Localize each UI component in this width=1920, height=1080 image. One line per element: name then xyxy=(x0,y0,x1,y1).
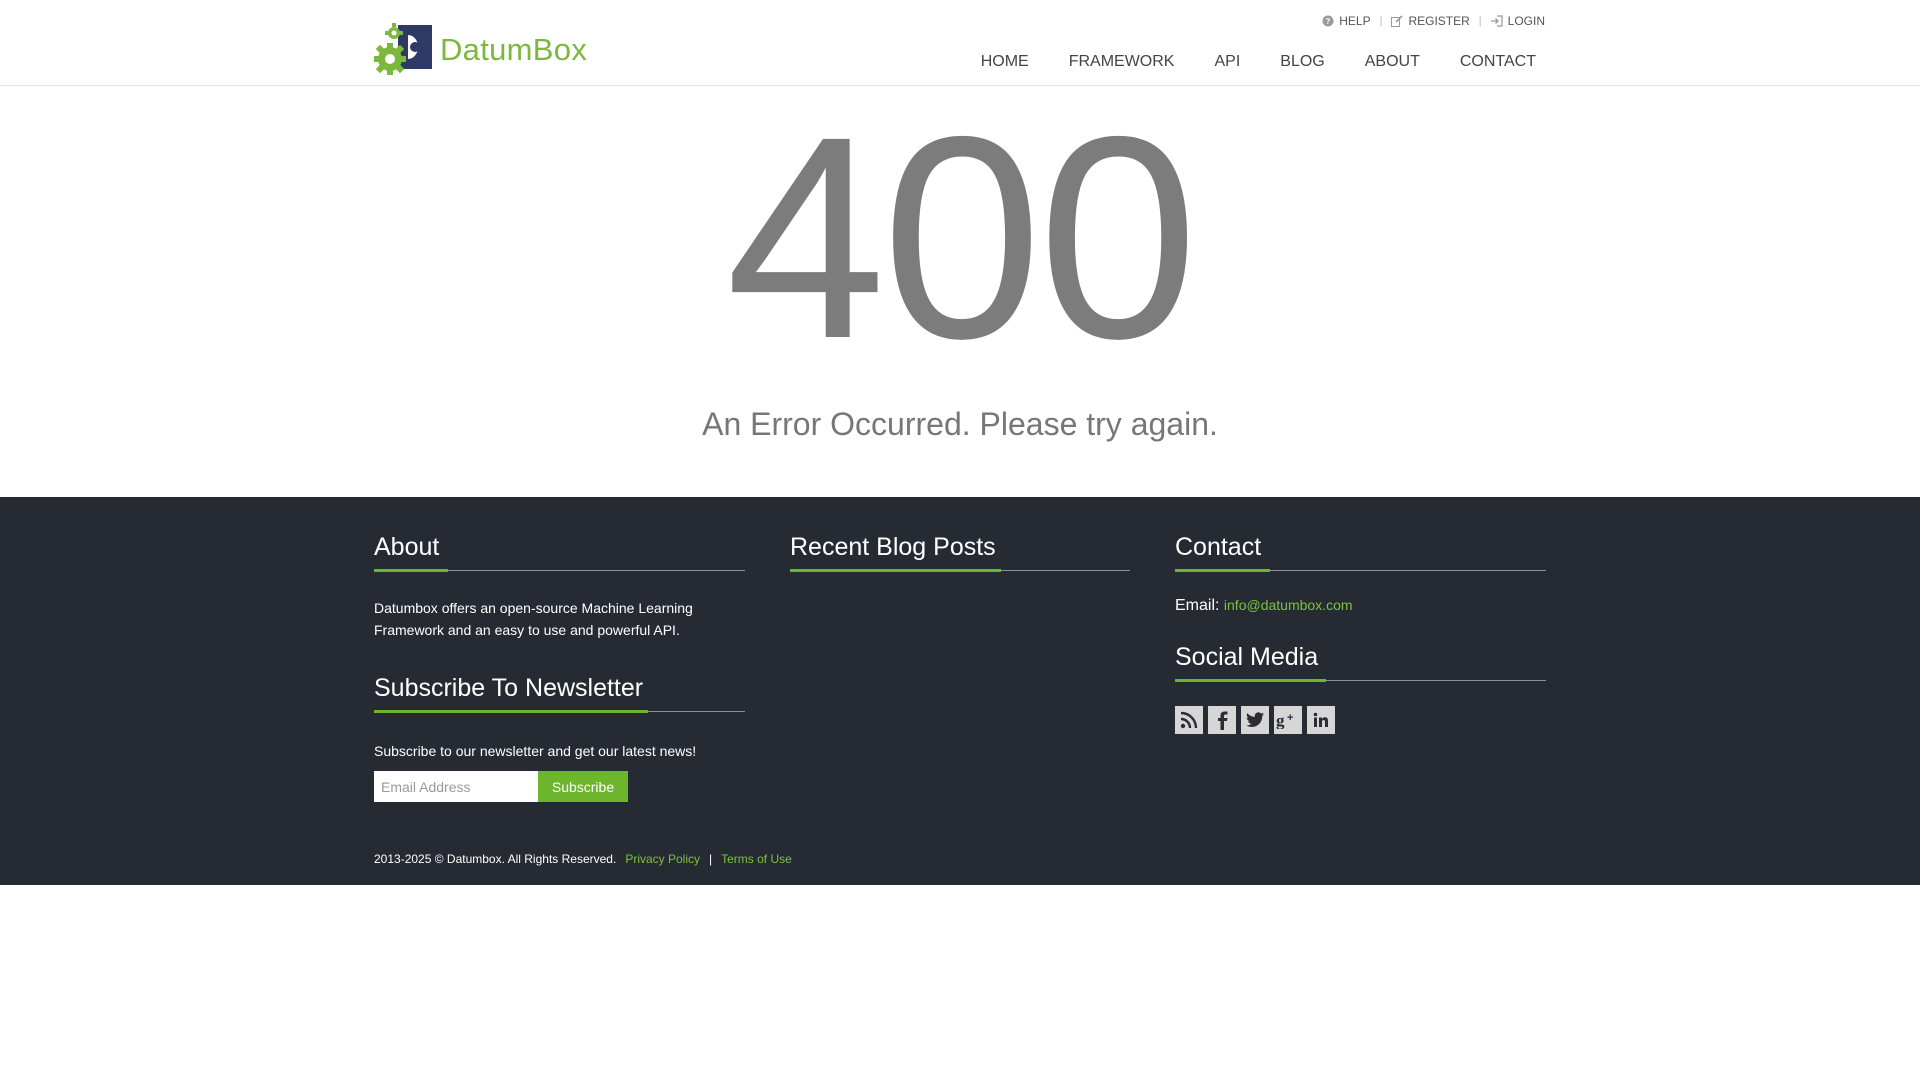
login-link-label: LOGIN xyxy=(1507,14,1545,28)
help-link[interactable]: ? HELP xyxy=(1322,14,1371,28)
newsletter-heading: Subscribe To Newsletter xyxy=(374,674,745,713)
nav-framework[interactable]: FRAMEWORK xyxy=(1069,53,1175,71)
google-plus-icon[interactable]: g + xyxy=(1274,706,1302,734)
heading-accent-bar xyxy=(790,569,1001,572)
top-utility-links: ? HELP | REGISTER | LOGIN xyxy=(1322,14,1545,28)
newsletter-email-input[interactable] xyxy=(374,771,538,802)
copyright-text: 2013-2025 © Datumbox. All Rights Reserve… xyxy=(374,852,617,866)
heading-accent-bar xyxy=(1175,569,1270,572)
login-icon xyxy=(1490,15,1503,27)
subscribe-form: Subscribe xyxy=(374,771,745,802)
register-link-label: REGISTER xyxy=(1408,14,1470,28)
brand-name: DatumBox xyxy=(440,32,588,67)
register-link[interactable]: REGISTER xyxy=(1391,14,1470,28)
svg-text:?: ? xyxy=(1326,17,1331,26)
email-label: Email: xyxy=(1175,597,1220,614)
rss-icon[interactable] xyxy=(1175,706,1203,734)
footer-blog-column: Recent Blog Posts xyxy=(790,533,1130,572)
newsletter-text: Subscribe to our newsletter and get our … xyxy=(374,743,697,759)
heading-accent-bar xyxy=(374,569,448,572)
site-header: DatumBox ? HELP | REGISTER | LOGIN HOME … xyxy=(0,0,1920,86)
twitter-icon[interactable] xyxy=(1241,706,1269,734)
heading-accent-bar xyxy=(374,710,648,713)
edit-icon xyxy=(1391,15,1404,27)
nav-api[interactable]: API xyxy=(1214,53,1240,71)
datumbox-logo[interactable]: DatumBox xyxy=(374,22,587,78)
blog-heading: Recent Blog Posts xyxy=(790,533,1130,572)
site-footer: About Datumbox offers an open-source Mac… xyxy=(0,497,1920,885)
facebook-icon[interactable] xyxy=(1208,706,1236,734)
gear-logo-icon xyxy=(374,23,432,75)
footer-about-column: About Datumbox offers an open-source Mac… xyxy=(374,533,745,802)
blog-heading-text: Recent Blog Posts xyxy=(790,533,996,561)
nav-contact[interactable]: CONTACT xyxy=(1460,53,1536,71)
contact-email-link[interactable]: info@datumbox.com xyxy=(1224,597,1353,613)
copyright-bar: 2013-2025 © Datumbox. All Rights Reserve… xyxy=(374,852,792,866)
contact-email-line: Email: info@datumbox.com xyxy=(1175,597,1546,615)
subscribe-button[interactable]: Subscribe xyxy=(538,771,628,802)
about-heading-text: About xyxy=(374,533,440,561)
nav-home[interactable]: HOME xyxy=(981,53,1029,71)
top-link-separator: | xyxy=(1478,15,1482,27)
svg-text:g: g xyxy=(1276,711,1285,729)
privacy-policy-link[interactable]: Privacy Policy xyxy=(625,852,700,866)
social-icons: g + xyxy=(1175,706,1546,734)
error-message: An Error Occurred. Please try again. xyxy=(702,406,1218,442)
footer-link-separator: | xyxy=(709,852,713,866)
contact-heading: Contact xyxy=(1175,533,1546,572)
linkedin-icon[interactable] xyxy=(1307,706,1335,734)
error-code: 400 xyxy=(725,77,1199,399)
heading-accent-bar xyxy=(1175,679,1326,682)
footer-contact-column: Contact Email: info@datumbox.com Social … xyxy=(1175,533,1546,734)
main-nav: HOME FRAMEWORK API BLOG ABOUT CONTACT xyxy=(941,53,1536,71)
terms-of-use-link[interactable]: Terms of Use xyxy=(721,852,792,866)
newsletter-heading-text: Subscribe To Newsletter xyxy=(374,674,644,702)
contact-heading-text: Contact xyxy=(1175,533,1262,561)
nav-blog[interactable]: BLOG xyxy=(1280,53,1324,71)
social-heading: Social Media xyxy=(1175,643,1546,682)
top-link-separator: | xyxy=(1379,15,1383,27)
nav-about[interactable]: ABOUT xyxy=(1365,53,1420,71)
help-link-label: HELP xyxy=(1339,14,1371,28)
about-heading: About xyxy=(374,533,745,572)
login-link[interactable]: LOGIN xyxy=(1490,14,1545,28)
svg-text:+: + xyxy=(1287,712,1293,724)
social-heading-text: Social Media xyxy=(1175,643,1319,671)
about-text: Datumbox offers an open-source Machine L… xyxy=(374,600,693,638)
help-icon: ? xyxy=(1322,15,1334,27)
